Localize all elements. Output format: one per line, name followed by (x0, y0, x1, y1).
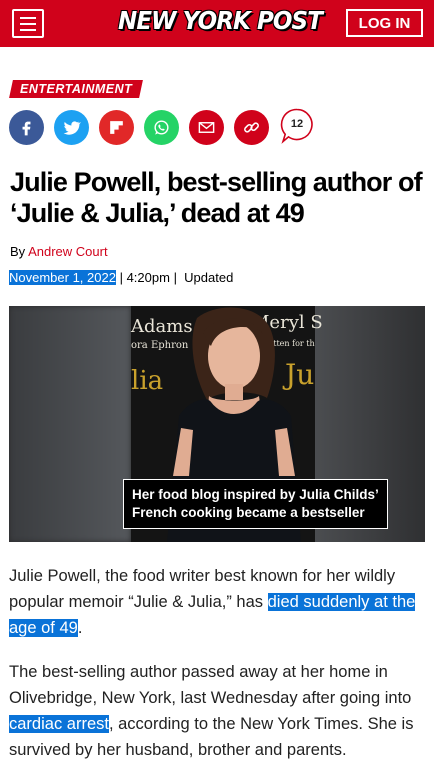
author-link[interactable]: Andrew Court (28, 244, 107, 259)
publish-time: 4:20pm (126, 270, 170, 285)
menu-icon[interactable] (12, 9, 44, 38)
section-tag[interactable]: ENTERTAINMENT (9, 80, 144, 98)
paragraph-text: . (77, 619, 83, 637)
site-logo[interactable]: NEW YORK POST (118, 6, 323, 35)
paragraph-text: The best-selling author passed away at h… (9, 663, 412, 707)
byline: By Andrew Court (10, 244, 108, 259)
comments-button[interactable]: 12 (279, 107, 315, 145)
photo-caption-line: Her food blog inspired by Julia Childs’ (132, 487, 379, 502)
photo-caption-line: French cooking became a bestseller (132, 505, 365, 520)
link-icon[interactable] (234, 110, 269, 145)
article-paragraph: The best-selling author passed away at h… (9, 659, 425, 763)
byline-prefix: By (10, 244, 29, 259)
comment-count: 12 (290, 118, 304, 130)
article-paragraph: Julie Powell, the food writer best known… (9, 563, 425, 641)
whatsapp-icon[interactable] (144, 110, 179, 145)
login-button[interactable]: LOG IN (346, 9, 423, 37)
inline-link[interactable]: cardiac arrest (9, 715, 109, 733)
site-header: NEW YORK POST LOG IN (0, 0, 434, 47)
email-icon[interactable] (189, 110, 224, 145)
facebook-icon[interactable] (9, 110, 44, 145)
article-meta: November 1, 2022 | 4:20pm | Updated (9, 270, 234, 285)
publish-date: November 1, 2022 (9, 270, 116, 285)
article-photo[interactable]: Adams ora Ephron lia Meryl S Written for… (9, 306, 425, 542)
section-tag-label: ENTERTAINMENT (20, 82, 133, 96)
article-headline: Julie Powell, best-selling author of ‘Ju… (10, 167, 423, 228)
photo-caption: Her food blog inspired by Julia Childs’ … (123, 479, 388, 529)
twitter-icon[interactable] (54, 110, 89, 145)
photo-background-left (9, 306, 131, 542)
updated-label: Updated (184, 270, 234, 285)
flipboard-icon[interactable] (99, 110, 134, 145)
